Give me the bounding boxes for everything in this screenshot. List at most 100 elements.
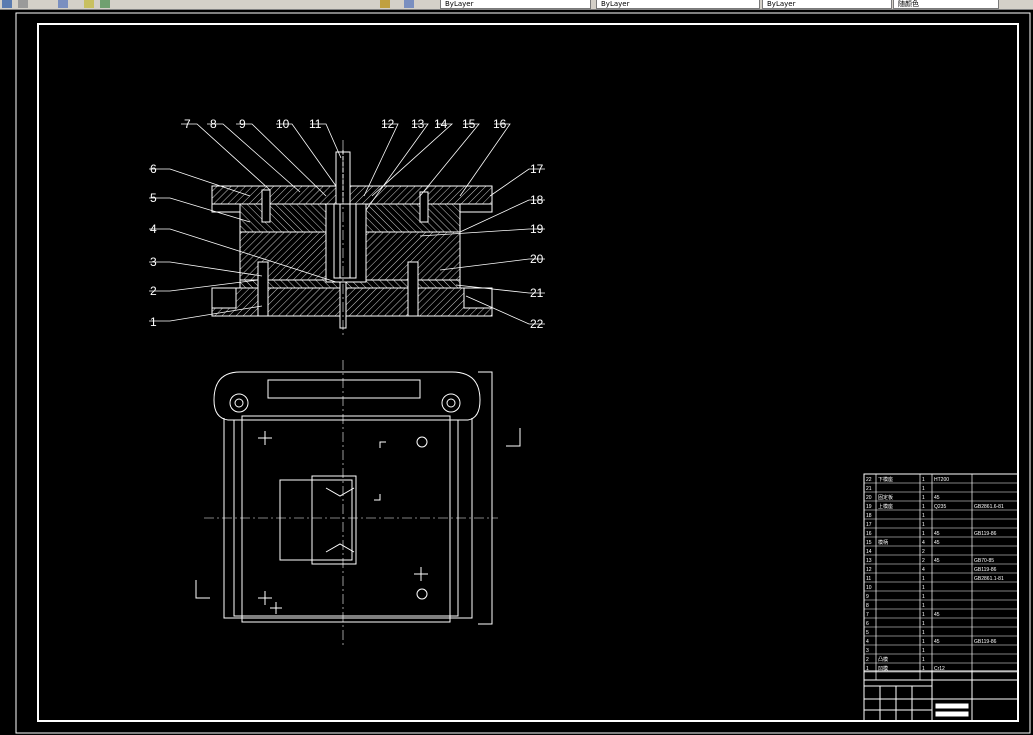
part-number: 12 [381, 117, 395, 131]
bom-cell: 1 [922, 594, 925, 600]
bom-cell: GB70-85 [974, 558, 994, 564]
bom-cell: 20 [866, 495, 872, 501]
layer-previous-icon[interactable] [58, 0, 68, 8]
bom-cell: 15 [866, 540, 872, 546]
bom-cell: HT200 [934, 477, 949, 483]
bom-cell: 1 [922, 639, 925, 645]
bom-cell: 45 [934, 540, 940, 546]
part-number: 10 [276, 117, 290, 131]
part-number: 2 [150, 284, 157, 298]
bom-cell: 1 [922, 612, 925, 618]
bom-cell: 固定板 [878, 494, 893, 501]
bom-cell: Q235 [934, 504, 946, 510]
bom-cell: 1 [922, 495, 925, 501]
bom-cell: 1 [922, 648, 925, 654]
bom-cell: 4 [922, 567, 925, 573]
bom-cell: 5 [866, 630, 869, 636]
layer-icon[interactable] [404, 0, 414, 8]
bom-cell: 凸模 [878, 656, 888, 663]
bom-cell: 1 [922, 522, 925, 528]
bom-cell: 14 [866, 549, 872, 555]
bom-cell: 2 [922, 549, 925, 555]
bom-cell: 1 [922, 477, 925, 483]
part-number: 14 [434, 117, 448, 131]
part-number: 16 [493, 117, 507, 131]
bom-cell: 4 [866, 639, 869, 645]
sheet-outer-border [15, 12, 1031, 734]
bom-cell: 7 [866, 612, 869, 618]
part-number: 5 [150, 191, 157, 205]
part-number: 8 [210, 117, 217, 131]
bom-cell: 1 [922, 603, 925, 609]
bom-cell: 1 [922, 513, 925, 519]
sun-icon[interactable] [100, 0, 110, 8]
bom-cell: GB2861.6-81 [974, 504, 1004, 510]
part-number: 1 [150, 315, 157, 329]
bom-cell: 下模座 [878, 476, 893, 483]
bom-cell: 45 [934, 612, 940, 618]
part-number: 22 [530, 317, 544, 331]
make-current-icon[interactable] [380, 0, 390, 8]
part-number: 4 [150, 222, 157, 236]
bom-cell: 18 [866, 513, 872, 519]
part-number: 17 [530, 162, 544, 176]
bom-cell: 1 [922, 585, 925, 591]
bom-cell: GB119-86 [974, 567, 997, 573]
bom-cell: 45 [934, 531, 940, 537]
lineweight-combo[interactable]: ByLayer [762, 0, 892, 9]
bom-cell: 1 [922, 486, 925, 492]
bom-cell: 22 [866, 477, 872, 483]
bom-cell: 10 [866, 585, 872, 591]
part-number: 7 [184, 117, 191, 131]
title-block [863, 670, 1019, 722]
part-number: 9 [239, 117, 246, 131]
bom-cell: 1 [922, 630, 925, 636]
bom-cell: 17 [866, 522, 872, 528]
bom-cell: 13 [866, 558, 872, 564]
bom-cell: 45 [934, 495, 940, 501]
bom-cell: 3 [866, 648, 869, 654]
bulb-icon[interactable] [84, 0, 94, 8]
part-number: 18 [530, 193, 544, 207]
bom-cell: 4 [922, 540, 925, 546]
bom-cell: 1 [922, 621, 925, 627]
bom-cell: 1 [922, 657, 925, 663]
linetype-combo[interactable]: ByLayer [596, 0, 760, 9]
bom-cell: 模柄 [878, 539, 888, 546]
bom-cell: 9 [866, 594, 869, 600]
bom-cell: 45 [934, 558, 940, 564]
plan-view [195, 360, 521, 648]
bom-cell: 45 [934, 639, 940, 645]
layer-combo[interactable]: ByLayer [440, 0, 591, 9]
bom-cell: GB2861.1-81 [974, 576, 1004, 582]
bom-cell: 2 [866, 657, 869, 663]
bom-cell: 19 [866, 504, 872, 510]
bom-cell: 6 [866, 621, 869, 627]
bom-cell: 21 [866, 486, 872, 492]
layer-manager-icon[interactable] [2, 0, 12, 8]
bom-cell: 1 [922, 504, 925, 510]
section-view [211, 140, 493, 336]
bom-cell: 12 [866, 567, 872, 573]
drawing-canvas[interactable]: 1 2 3 4 5 6 7 8 9 10 11 12 13 14 15 16 1… [0, 9, 1033, 735]
bom-cell: 11 [866, 576, 871, 582]
part-number: 20 [530, 252, 544, 266]
layer-state-icon[interactable] [18, 0, 28, 8]
bom-cell: 1 [922, 531, 925, 537]
bom-cell: GB119-86 [974, 531, 997, 537]
part-number: 11 [309, 117, 322, 131]
plotstyle-combo[interactable]: 随颜色 [893, 0, 999, 9]
part-number: 13 [411, 117, 425, 131]
part-number: 6 [150, 162, 157, 176]
part-number: 19 [530, 222, 544, 236]
bom-cell: 16 [866, 531, 872, 537]
bom-cell: GB119-86 [974, 639, 997, 645]
part-number: 3 [150, 255, 157, 269]
bom-cell: 2 [922, 558, 925, 564]
bom-cell: 1 [922, 576, 925, 582]
part-number: 15 [462, 117, 476, 131]
bom-cell: 8 [866, 603, 869, 609]
bom-cell: 上模座 [878, 503, 893, 510]
part-number: 21 [530, 286, 544, 300]
bill-of-materials: 22 下模座 1 HT20021 120 固定板 1 4519 上模座 1 Q235 GB2861.6… [863, 473, 1019, 681]
